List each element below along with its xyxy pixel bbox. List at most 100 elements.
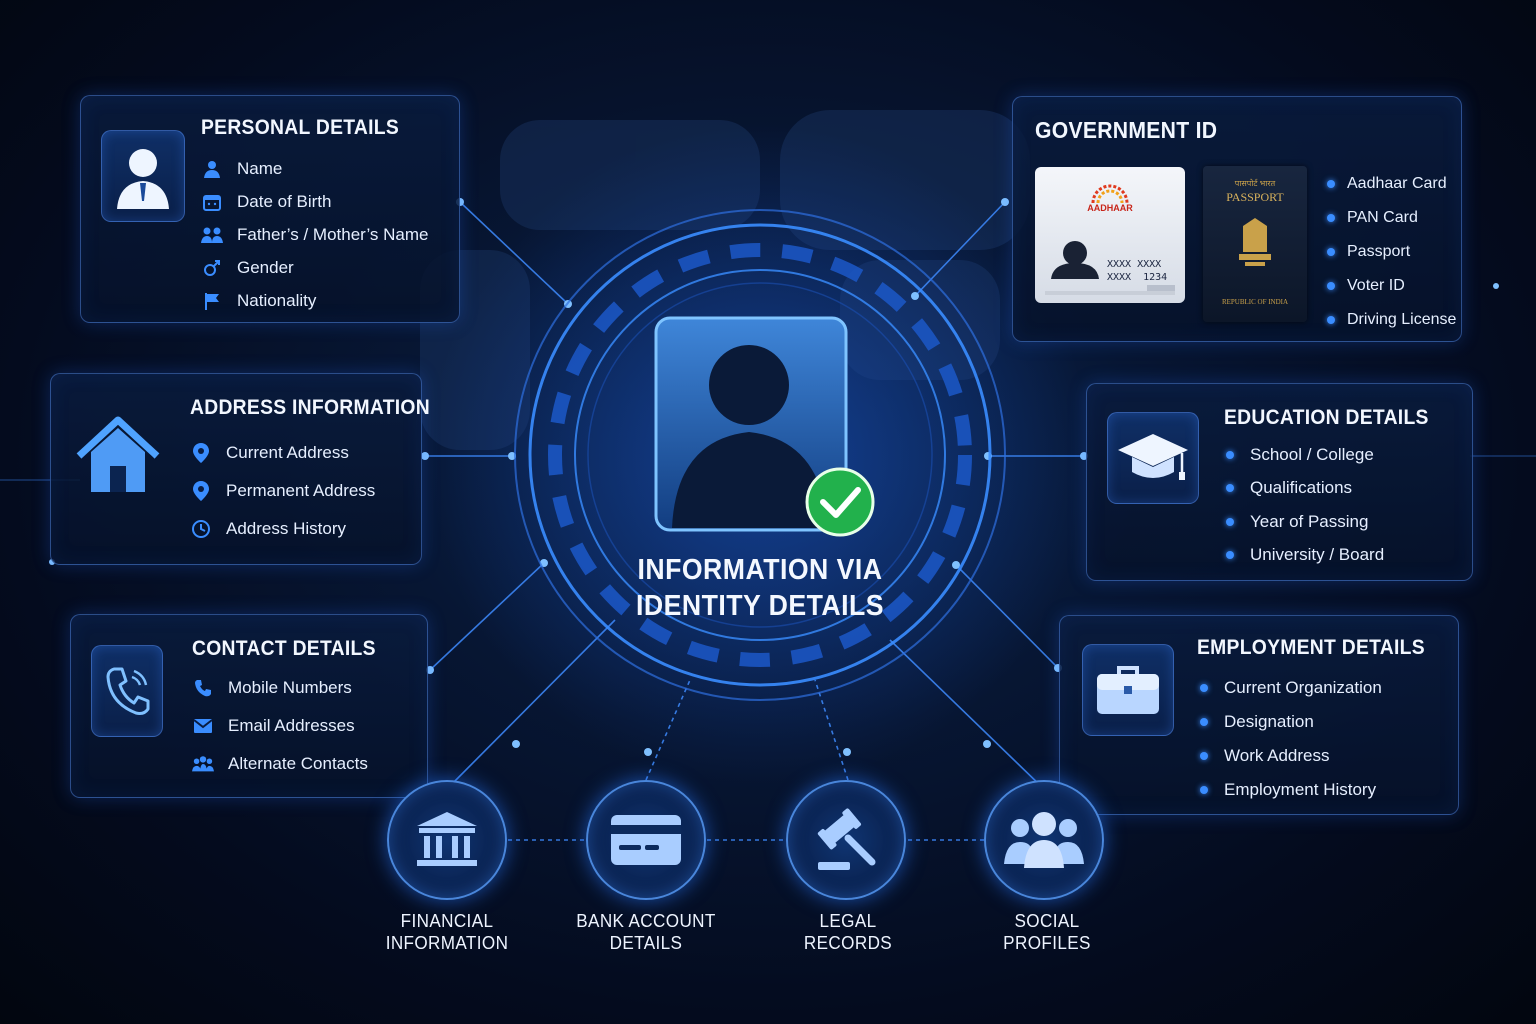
financial-information-label: FINANCIAL INFORMATION [357, 910, 537, 954]
location-pin-icon [190, 442, 212, 464]
bullet-icon [1226, 551, 1234, 560]
item-label: School / College [1250, 444, 1374, 464]
list-item: Qualifications [1226, 472, 1384, 506]
item-label: Work Address [1224, 746, 1330, 765]
list-item: Designation [1200, 705, 1382, 739]
group-icon [192, 753, 214, 775]
briefcase-icon [1082, 644, 1174, 736]
address-information-panel[interactable]: ADDRESS INFORMATION Current Address Perm… [50, 373, 430, 565]
passport-image: पासपोर्ट भारत PASSPORT REPUBLIC OF INDIA [1203, 166, 1307, 322]
item-label: Voter ID [1347, 277, 1405, 294]
list-item: Work Address [1200, 739, 1382, 773]
item-label: Employment History [1224, 780, 1377, 799]
list-item: Name [201, 152, 428, 185]
education-details-title: EDUCATION DETAILS [1224, 406, 1429, 429]
list-item: Address History [190, 510, 375, 548]
item-label: Current Organization [1224, 678, 1382, 697]
bank-account-details-node[interactable] [586, 780, 706, 900]
central-title-line1: INFORMATION VIA [637, 554, 883, 586]
item-label: PAN Card [1347, 209, 1418, 226]
central-profile-card [654, 316, 875, 537]
employment-details-title: EMPLOYMENT DETAILS [1197, 636, 1425, 659]
bullet-icon [1226, 484, 1234, 493]
bullet-icon [1327, 214, 1335, 222]
list-item: Date of Birth [201, 185, 428, 218]
central-title-line2: IDENTITY DETAILS [636, 590, 884, 622]
bullet-icon [1327, 180, 1335, 188]
list-item: Permanent Address [190, 472, 375, 510]
government-id-panel[interactable]: GOVERNMENT ID AADHAAR XXXX XXXX XXXX 123… [1012, 96, 1462, 342]
list-item: Gender [201, 251, 428, 284]
list-item: PAN Card [1327, 201, 1456, 235]
personal-details-title: PERSONAL DETAILS [201, 116, 400, 139]
passport-footer: REPUBLIC OF INDIA [1221, 298, 1289, 306]
national-emblem-icon [1239, 218, 1271, 266]
item-label: Mobile Numbers [228, 678, 352, 697]
list-item: Driving License [1327, 303, 1456, 337]
bullet-icon [1200, 718, 1208, 726]
item-label: Year of Passing [1250, 511, 1369, 531]
bullet-icon [1200, 752, 1208, 760]
phone-icon [192, 677, 214, 699]
education-details-panel[interactable]: EDUCATION DETAILS School / College Quali… [1086, 383, 1473, 581]
gavel-icon [817, 808, 876, 870]
node-label-line1: LEGAL [819, 911, 877, 931]
list-item: Email Addresses [192, 707, 368, 745]
central-title: INFORMATION VIA IDENTITY DETAILS [560, 552, 960, 624]
personal-details-list: Name Date of Birth Father’s / Mother’s N… [201, 152, 428, 317]
employment-details-panel[interactable]: EMPLOYMENT DETAILS Current Organization … [1059, 615, 1459, 815]
list-item: Passport [1327, 235, 1456, 269]
aadhaar-number-line1: XXXX XXXX [1107, 259, 1162, 270]
passport-hindi-text: पासपोर्ट भारत [1234, 179, 1276, 188]
phone-box-icon [91, 645, 163, 737]
contact-details-panel[interactable]: CONTACT DETAILS Mobile Numbers Email Add… [70, 614, 428, 798]
clock-icon [190, 518, 212, 540]
list-item: Mobile Numbers [192, 669, 368, 707]
bank-account-details-label: BANK ACCOUNT DETAILS [556, 910, 736, 954]
bullet-icon [1200, 786, 1208, 794]
item-label: Gender [237, 257, 294, 277]
list-item: Father’s / Mother’s Name [201, 218, 428, 251]
item-label: Driving License [1347, 311, 1457, 328]
list-item: Year of Passing [1226, 505, 1384, 539]
bank-icon [417, 812, 477, 866]
passport-title: PASSPORT [1226, 190, 1284, 204]
node-label-line1: FINANCIAL [400, 911, 494, 931]
government-id-list: Aadhaar Card PAN Card Passport Voter ID … [1327, 167, 1456, 337]
address-information-title: ADDRESS INFORMATION [190, 396, 430, 419]
aadhaar-card-image: AADHAAR XXXX XXXX XXXX 1234 [1035, 167, 1185, 303]
bullet-icon [1226, 517, 1234, 526]
address-information-list: Current Address Permanent Address Addres… [190, 434, 375, 548]
item-label: Designation [1224, 712, 1314, 731]
item-label: Alternate Contacts [228, 754, 368, 773]
personal-details-panel[interactable]: PERSONAL DETAILS Name Date of Birth Fath… [80, 95, 460, 323]
list-item: Current Address [190, 434, 375, 472]
list-item: Current Organization [1200, 671, 1382, 705]
financial-information-node[interactable] [387, 780, 507, 900]
location-pin-icon [190, 480, 212, 502]
social-profiles-label: SOCIAL PROFILES [957, 910, 1137, 954]
flag-icon [201, 290, 223, 312]
list-item: Alternate Contacts [192, 745, 368, 783]
contact-details-list: Mobile Numbers Email Addresses Alternate… [192, 669, 368, 783]
gender-icon [201, 257, 223, 279]
legal-records-node[interactable] [786, 780, 906, 900]
government-id-title: GOVERNMENT ID [1035, 117, 1218, 143]
bullet-icon [1327, 248, 1335, 256]
list-item: Nationality [201, 284, 428, 317]
aadhaar-brand-text: AADHAAR [1087, 203, 1133, 213]
list-item: School / College [1226, 438, 1384, 472]
family-icon [201, 224, 223, 246]
list-item: Aadhaar Card [1327, 167, 1456, 201]
item-label: Address History [226, 519, 346, 538]
social-profiles-node[interactable] [984, 780, 1104, 900]
item-label: Permanent Address [226, 481, 376, 500]
item-label: Email Addresses [228, 716, 355, 735]
list-item: Employment History [1200, 773, 1382, 807]
node-label-line2: RECORDS [803, 933, 893, 953]
node-label-line2: INFORMATION [385, 933, 509, 953]
list-item: University / Board [1226, 539, 1384, 573]
item-label: Date of Birth [237, 191, 332, 211]
bullet-icon [1327, 282, 1335, 290]
education-details-list: School / College Qualifications Year of … [1226, 438, 1384, 572]
